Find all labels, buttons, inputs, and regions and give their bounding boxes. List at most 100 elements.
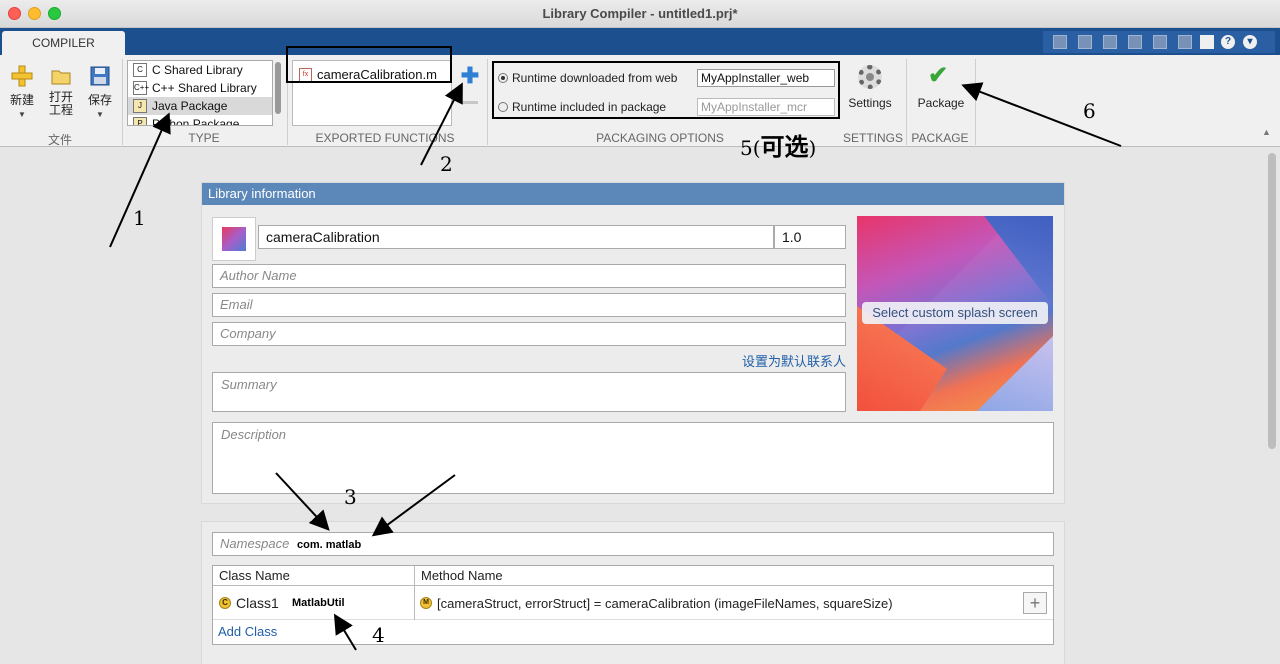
annotation-5-close: ) [808,136,817,160]
radio-package[interactable] [498,101,508,112]
annotation-number-4: 4 [372,623,385,647]
col-method-name: Method Name [421,568,503,583]
table-row[interactable]: C Class1 MatlabUtil M [cameraStruct, err… [213,586,1053,620]
annotation-number-6: 6 [1083,99,1096,123]
new-button[interactable]: 新建 ▼ [8,65,36,119]
window-title: Library Compiler - untitled1.prj* [542,6,738,21]
class-name-overlay: MatlabUtil [292,597,345,609]
floppy-save-icon [90,66,110,86]
c-library-icon: C [133,63,147,77]
type-item-label: C++ Shared Library [152,81,257,95]
method-icon: M [420,597,432,609]
open-project-button[interactable]: 打开 工程 [46,65,76,117]
runtime-web-input[interactable]: MyAppInstaller_web [697,69,835,87]
type-item-label: Java Package [152,99,228,113]
type-list-scrollbar[interactable] [275,62,281,114]
package-section-label: PACKAGE [911,131,969,145]
cpp-library-icon: C++ [133,81,149,95]
email-input[interactable]: Email [212,293,846,317]
runtime-package-input[interactable]: MyAppInstaller_mcr [697,98,835,116]
type-item-cpp-shared[interactable]: C++ C++ Shared Library [128,79,272,97]
chevron-down-icon: ▼ [96,110,104,119]
java-package-icon: J [133,99,147,113]
type-item-label: C Shared Library [152,63,243,77]
set-default-contact-link[interactable]: 设置为默认联系人 [742,351,846,370]
package-button[interactable]: ✔ Package [912,62,970,125]
author-input[interactable]: Author Name [212,264,846,288]
library-icon[interactable] [212,217,256,261]
select-splash-button[interactable]: Select custom splash screen [862,302,1048,324]
version-input[interactable]: 1.0 [774,225,846,249]
class-name-cell[interactable]: Class1 [236,595,279,611]
main-scrollbar[interactable] [1268,153,1276,449]
annotation-number-2: 2 [440,152,453,176]
annotation-number-1: 1 [133,206,146,230]
annotation-5-num: 5( [740,136,761,160]
method-cell[interactable]: [cameraStruct, errorStruct] = cameraCali… [437,596,893,611]
company-input[interactable]: Company [212,322,846,346]
package-label: Package [917,96,965,110]
quick-access-toolbar: ? ▾ [1043,31,1275,53]
add-function-button[interactable]: ✚ [460,65,480,87]
annotation-number-3: 3 [344,485,357,509]
save-quick-icon[interactable] [1053,35,1067,49]
tab-strip: COMPILER ? ▾ [0,28,1280,55]
library-info-header: Library information [202,183,1064,205]
annotation-number-5: 5(可选) [740,127,816,162]
grid-header: Class Name Method Name [213,566,1053,586]
packaging-section-label: PACKAGING OPTIONS [596,131,724,145]
gear-icon [858,65,882,89]
add-method-button[interactable]: + [1023,592,1047,614]
type-item-c-shared[interactable]: C C Shared Library [128,61,272,79]
splash-polygon [984,216,1053,306]
summary-input[interactable]: Summary [212,372,846,412]
collapse-toolstrip-icon[interactable]: ▲ [1262,127,1271,137]
help-icon[interactable]: ? [1221,35,1235,49]
settings-section-label: SETTINGS [842,131,903,145]
new-label: 新建 [9,93,34,107]
class-icon: C [219,597,231,609]
copy-quick-icon[interactable] [1103,35,1117,49]
save-button[interactable]: 保存 ▼ [86,65,114,119]
runtime-web-option[interactable]: Runtime downloaded from web [498,68,677,88]
options-icon[interactable]: ▾ [1243,35,1257,49]
type-item-python-package[interactable]: P Python Package [128,115,272,126]
type-item-java-package[interactable]: J Java Package [128,97,272,115]
remove-function-button[interactable] [462,101,478,104]
tab-compiler[interactable]: COMPILER [2,31,125,55]
divider [487,59,488,145]
annotation-5-text: 可选 [760,133,809,161]
runtime-package-option[interactable]: Runtime included in package [498,97,666,117]
cut-quick-icon[interactable] [1078,35,1092,49]
title-bar: Library Compiler - untitled1.prj* [0,0,1280,28]
add-class-link[interactable]: Add Class [218,624,277,639]
class-method-grid: Class Name Method Name C Class1 MatlabUt… [212,565,1054,645]
layout-quick-icon[interactable] [1200,35,1214,49]
settings-button[interactable]: Settings [844,65,896,125]
checkmark-icon: ✔ [928,62,949,89]
splash-polygon [977,336,1053,411]
divider [122,59,123,145]
paste-quick-icon[interactable] [1128,35,1142,49]
runtime-package-label: Runtime included in package [512,100,667,114]
divider [906,59,907,145]
save-label: 保存 [87,93,112,107]
file-section-label: 文件 [47,133,72,147]
description-input[interactable]: Description [212,422,1054,494]
radio-web[interactable] [498,72,508,83]
folder-icon [51,70,71,85]
library-name-input[interactable]: cameraCalibration [258,225,774,249]
new-plus-icon [11,65,33,87]
annotation-box-export [286,46,452,83]
col-class-name: Class Name [219,568,290,583]
type-item-label: Python Package [152,117,240,126]
divider [975,59,976,145]
divider [414,566,415,586]
redo-quick-icon[interactable] [1178,35,1192,49]
namespace-value: com. matlab [297,539,362,551]
namespace-input[interactable]: Namespace com. matlab [212,532,1054,556]
type-list[interactable]: CC Shared Library C++ C++ Shared Library … [127,60,273,126]
chevron-down-icon: ▼ [18,110,26,119]
undo-quick-icon[interactable] [1153,35,1167,49]
library-thumbnail-icon [222,227,246,251]
